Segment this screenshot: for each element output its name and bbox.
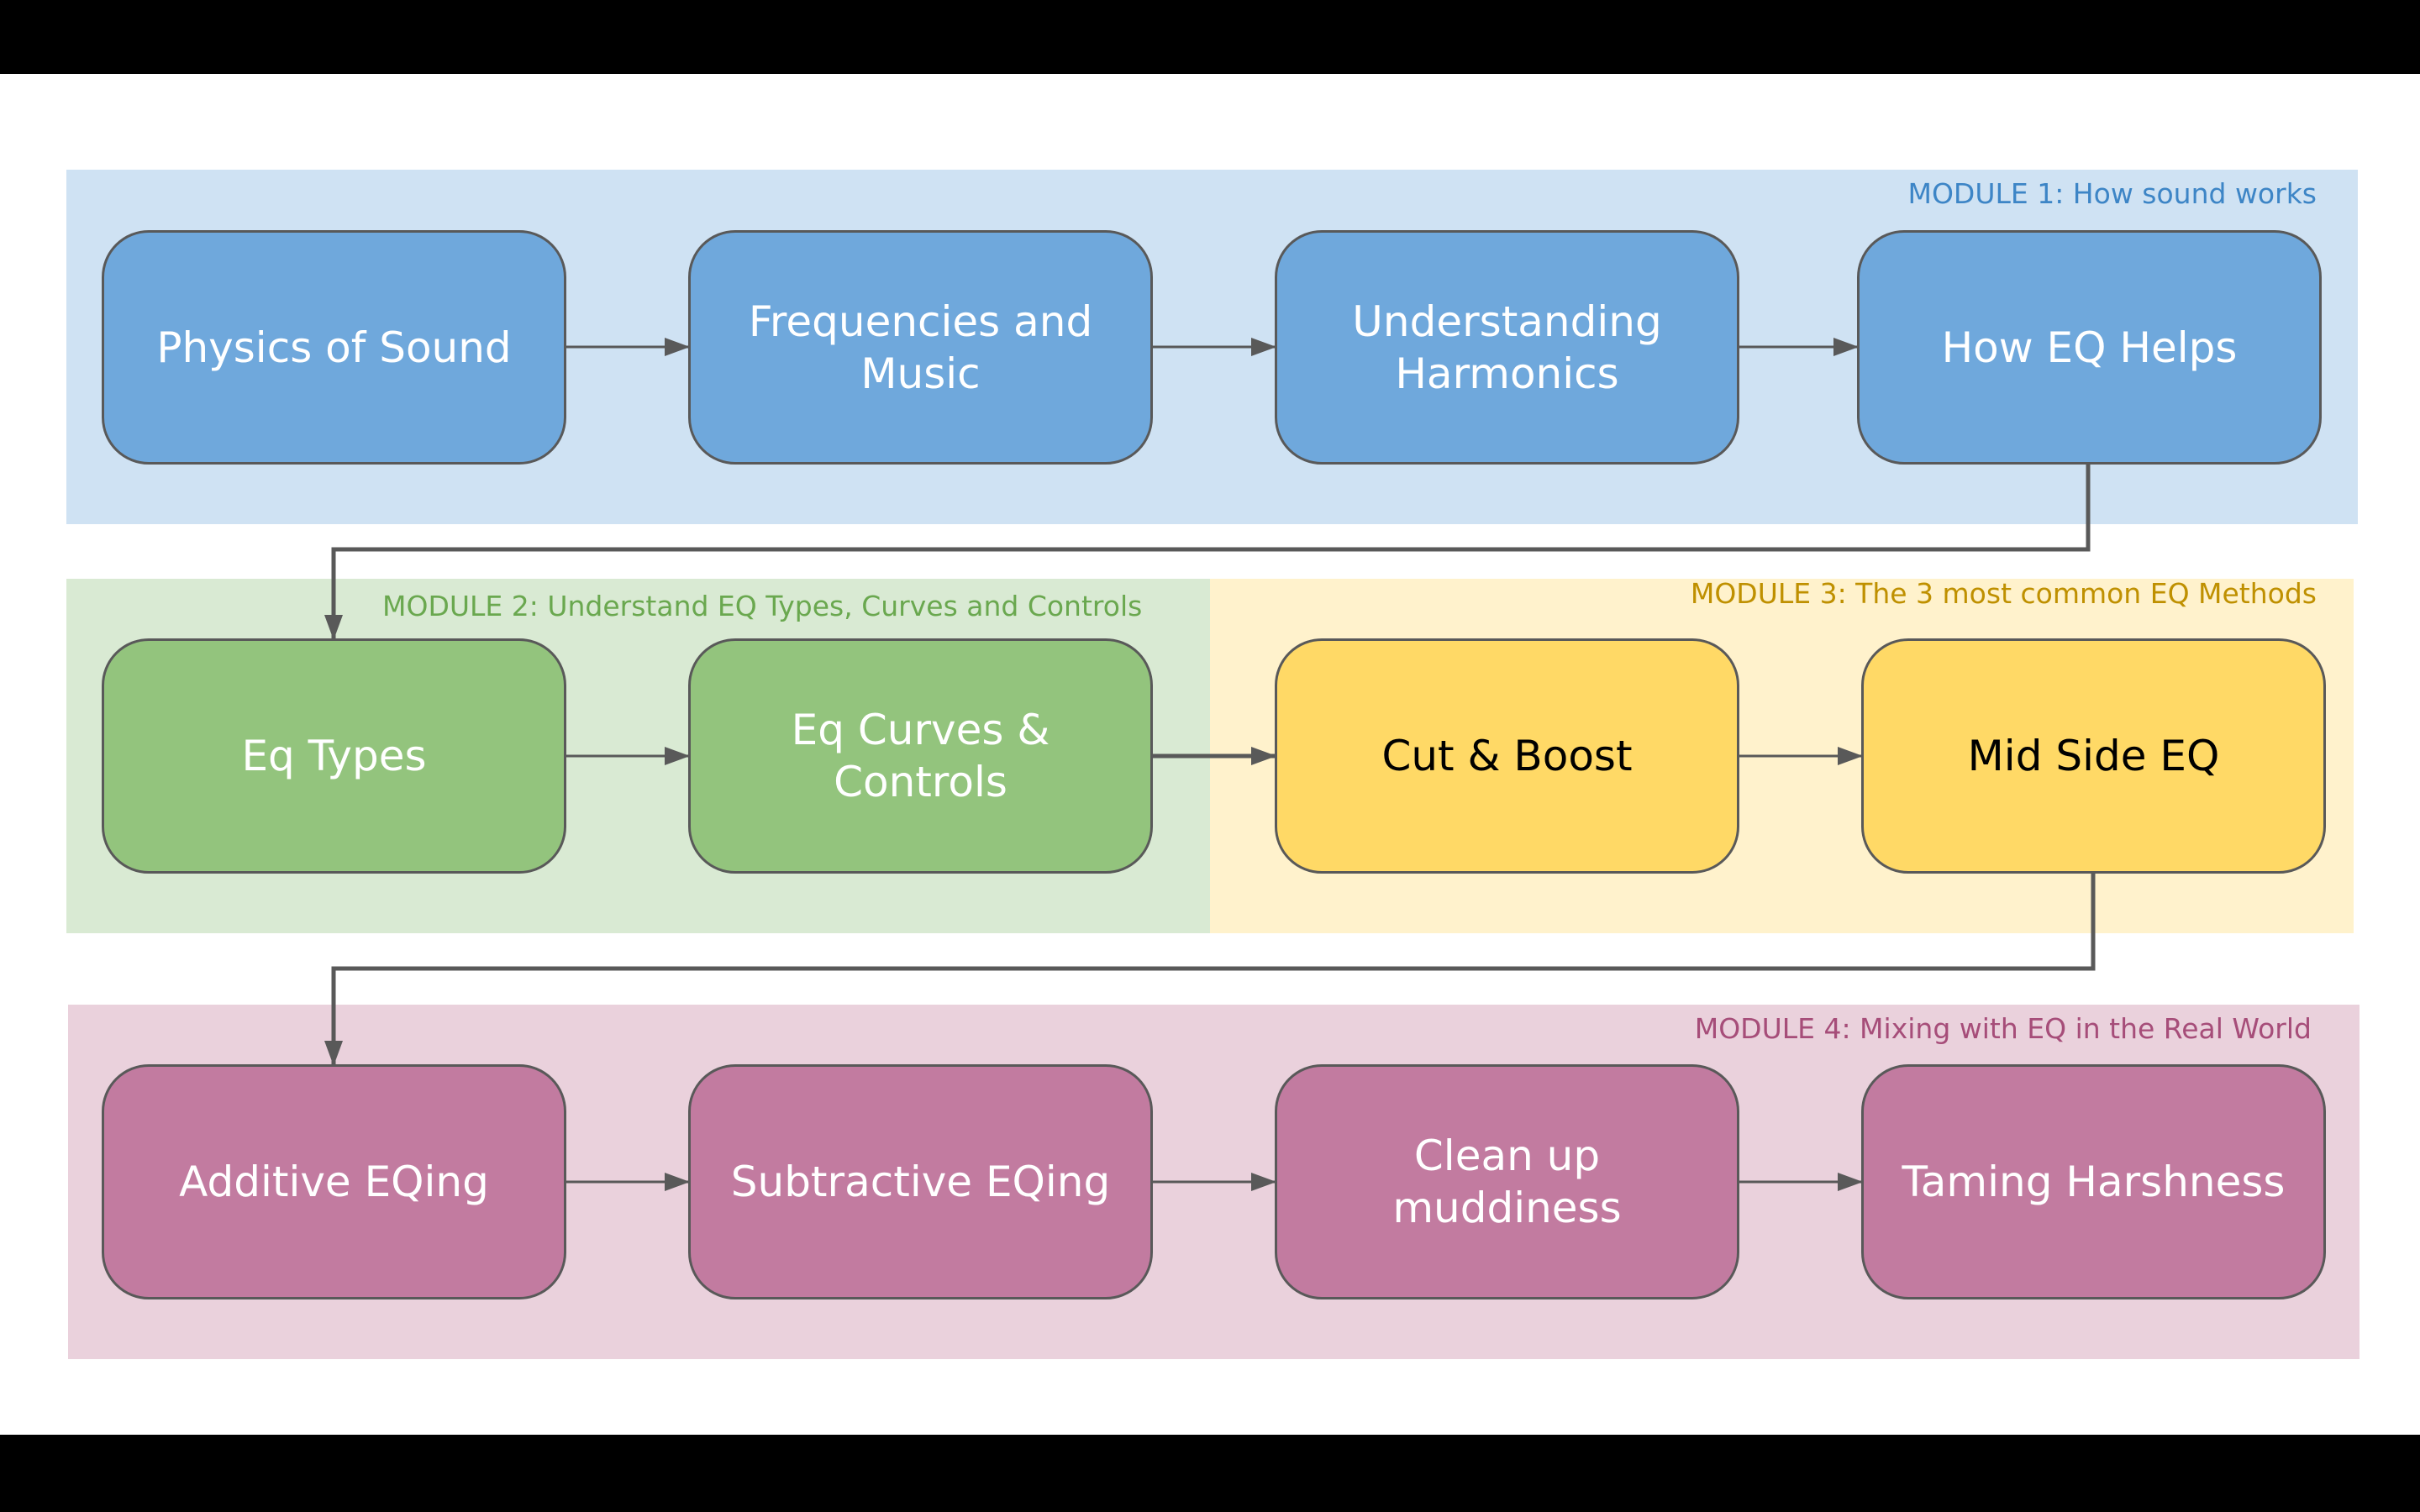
step-eq-types[interactable]: Eq Types [102,638,566,874]
arrow-module1-to-module2 [324,465,2091,640]
step-physics-of-sound[interactable]: Physics of Sound [102,230,566,465]
step-subtractive-eqing[interactable]: Subtractive EQing [688,1064,1153,1299]
step-understanding-harmonics[interactable]: Understanding Harmonics [1275,230,1739,465]
step-eq-curves-controls[interactable]: Eq Curves & Controls [688,638,1153,874]
step-frequencies-and-music[interactable]: Frequencies and Music [688,230,1153,465]
step-additive-eqing[interactable]: Additive EQing [102,1064,566,1299]
step-cut-and-boost[interactable]: Cut & Boost [1275,638,1739,874]
step-clean-up-muddiness[interactable]: Clean up muddiness [1275,1064,1739,1299]
step-mid-side-eq[interactable]: Mid Side EQ [1861,638,2326,874]
arrow-module3-to-module4 [324,874,2096,1066]
step-taming-harshness[interactable]: Taming Harshness [1861,1064,2326,1299]
step-how-eq-helps[interactable]: How EQ Helps [1857,230,2322,465]
